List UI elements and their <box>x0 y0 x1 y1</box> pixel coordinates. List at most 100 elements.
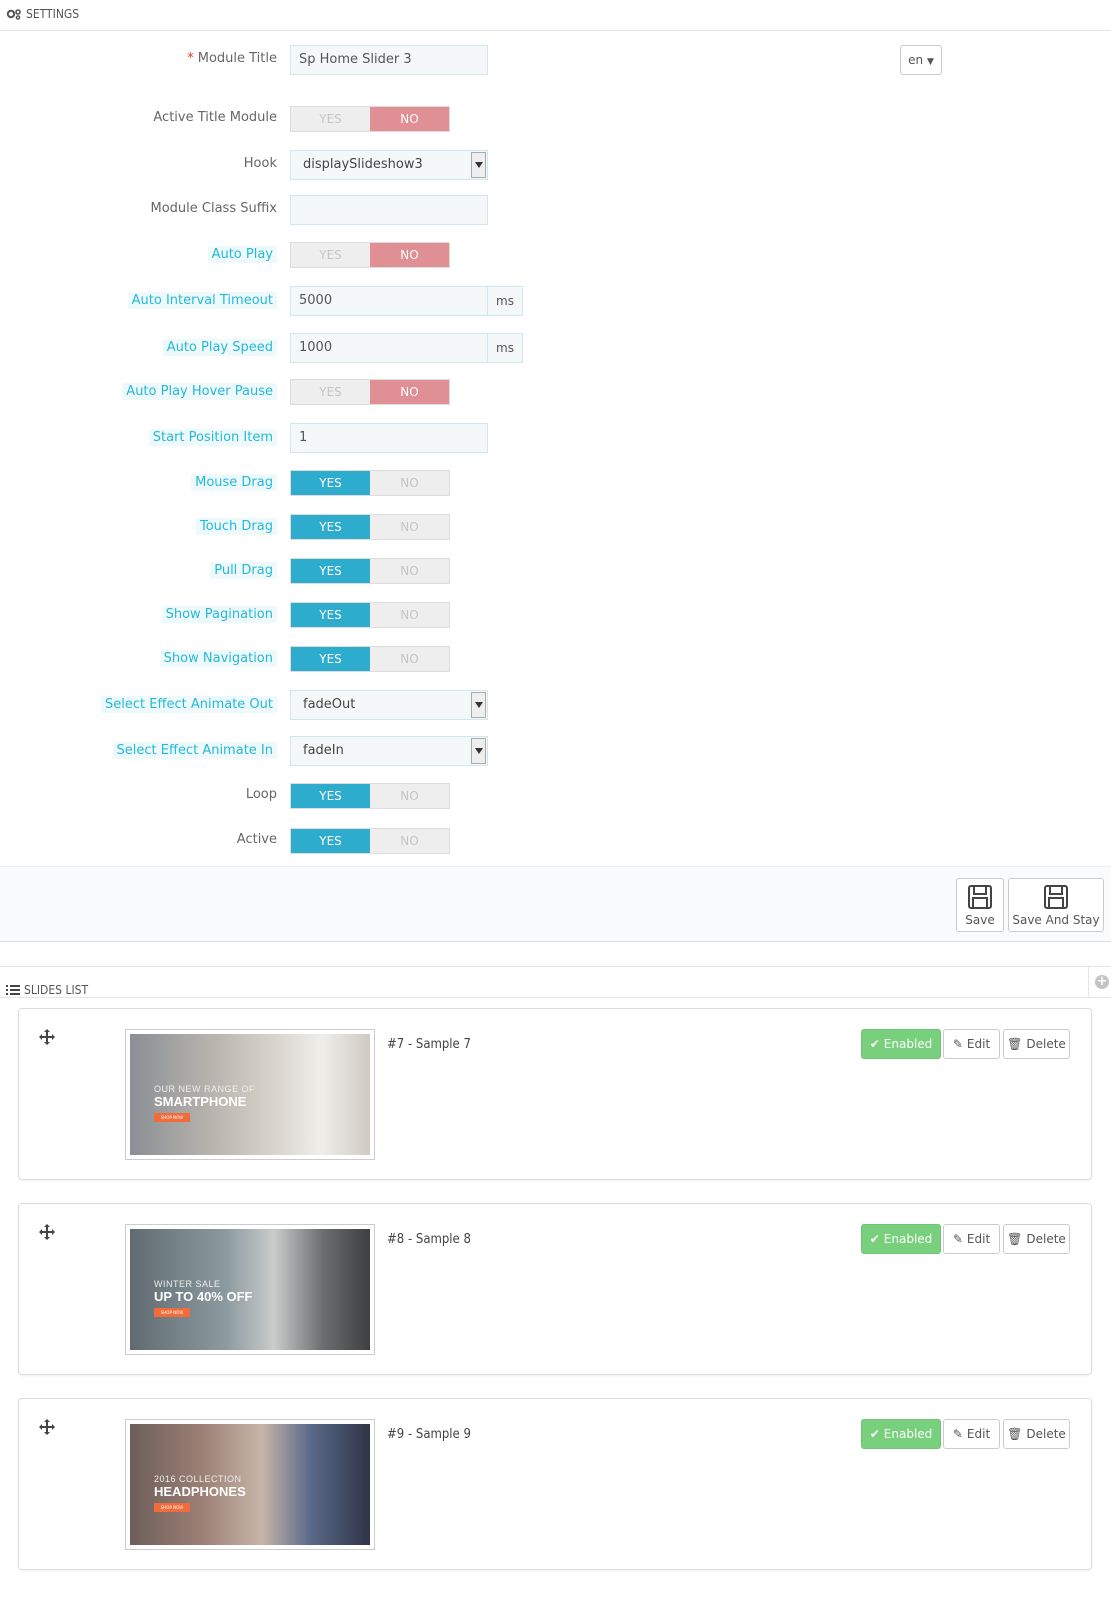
touch-drag-switch[interactable]: YES NO <box>290 514 450 540</box>
label-text: Auto Play Speed <box>166 340 273 355</box>
effect-animate-out-select[interactable]: fadeOut <box>290 690 488 720</box>
switch-no-option[interactable]: NO <box>370 380 449 404</box>
switch-no-option[interactable]: NO <box>370 515 449 539</box>
cogs-icon <box>6 9 21 20</box>
show-navigation-switch[interactable]: YES NO <box>290 646 450 672</box>
slide-delete-button[interactable]: 🗑 Delete <box>1003 1029 1070 1059</box>
slide-edit-button[interactable]: ✎ Edit <box>943 1224 1000 1254</box>
label-text: Start Position Item <box>152 430 273 445</box>
slide-image: 2016 COLLECTION HEADPHONES SHOP NOW <box>130 1424 370 1545</box>
switch-yes-option[interactable]: YES <box>291 647 370 671</box>
switch-yes-option[interactable]: YES <box>291 471 370 495</box>
label-text: Loop <box>245 787 277 802</box>
label-column: Active Title Module <box>0 106 283 136</box>
delete-label: Delete <box>1026 1427 1066 1441</box>
switch-no-option[interactable]: NO <box>370 243 449 267</box>
slide-edit-button[interactable]: ✎ Edit <box>943 1029 1000 1059</box>
switch-no-option[interactable]: NO <box>370 471 449 495</box>
auto-play-switch[interactable]: YES NO <box>290 242 450 268</box>
active-switch[interactable]: YES NO <box>290 828 450 854</box>
thumb-caption-headline: HEADPHONES <box>154 1484 246 1499</box>
check-icon: ✔ <box>869 1232 880 1246</box>
effect-animate-in-label: Select Effect Animate In <box>112 742 277 759</box>
loop-switch[interactable]: YES NO <box>290 783 450 809</box>
save-button[interactable]: Save <box>956 878 1004 932</box>
switch-yes-option[interactable]: YES <box>291 829 370 853</box>
label-column: Touch Drag <box>0 514 283 544</box>
move-handle-icon[interactable] <box>39 1224 57 1242</box>
check-icon: ✔ <box>869 1427 880 1441</box>
switch-no-option[interactable]: NO <box>370 559 449 583</box>
slides-top-divider <box>0 966 1111 967</box>
add-divider <box>1088 967 1089 997</box>
switch-yes-option[interactable]: YES <box>291 243 370 267</box>
slide-delete-button[interactable]: 🗑 Delete <box>1003 1224 1070 1254</box>
slide-status-button[interactable]: ✔ Enabled <box>861 1029 941 1059</box>
chevron-down-icon[interactable] <box>471 738 486 764</box>
auto-play-hover-pause-switch[interactable]: YES NO <box>290 379 450 405</box>
label-text: Select Effect Animate In <box>116 743 273 758</box>
show-navigation-label: Show Navigation <box>159 650 277 667</box>
trash-icon: 🗑 <box>1007 1427 1023 1441</box>
effect-animate-out-label: Select Effect Animate Out <box>101 696 277 713</box>
slide-item: 2016 COLLECTION HEADPHONES SHOP NOW #9 -… <box>18 1398 1092 1570</box>
add-slide-button[interactable]: + <box>1095 975 1109 989</box>
slide-status-button[interactable]: ✔ Enabled <box>861 1224 941 1254</box>
label-text: Active Title Module <box>153 110 277 125</box>
module-title-input[interactable]: Sp Home Slider 3 <box>290 45 488 75</box>
show-pagination-label: Show Pagination <box>161 606 277 623</box>
move-handle-icon[interactable] <box>39 1029 57 1047</box>
label-column: Show Navigation <box>0 646 283 676</box>
status-label: Enabled <box>883 1427 933 1441</box>
switch-yes-option[interactable]: YES <box>291 784 370 808</box>
switch-no-option[interactable]: NO <box>370 603 449 627</box>
slide-delete-button[interactable]: 🗑 Delete <box>1003 1419 1070 1449</box>
module-class-suffix-input[interactable] <box>290 195 488 225</box>
pull-drag-switch[interactable]: YES NO <box>290 558 450 584</box>
save-and-stay-button[interactable]: Save And Stay <box>1008 878 1104 932</box>
chevron-down-icon[interactable] <box>471 152 486 178</box>
active-title-module-switch[interactable]: YES NO <box>290 106 450 132</box>
label-text: Touch Drag <box>199 519 273 534</box>
switch-yes-option[interactable]: YES <box>291 515 370 539</box>
slide-thumbnail: OUR NEW RANGE OF SMARTPHONE SHOP NOW <box>125 1029 375 1160</box>
edit-icon: ✎ <box>952 1232 963 1246</box>
unit-addon: ms <box>488 286 523 316</box>
settings-heading-text: SETTINGS <box>26 7 80 21</box>
module-class-suffix-label: Module Class Suffix <box>151 201 278 216</box>
switch-no-option[interactable]: NO <box>370 829 449 853</box>
thumb-shop-button: SHOP NOW <box>154 1113 190 1122</box>
switch-no-option[interactable]: NO <box>370 784 449 808</box>
mouse-drag-switch[interactable]: YES NO <box>290 470 450 496</box>
effect-animate-in-select[interactable]: fadeIn <box>290 736 488 766</box>
check-icon: ✔ <box>869 1037 880 1051</box>
delete-label: Delete <box>1026 1037 1066 1051</box>
chevron-down-icon[interactable] <box>471 692 486 718</box>
field-row-auto-interval-timeout: Auto Interval Timeout 5000 ms <box>0 286 1111 318</box>
switch-no-option[interactable]: NO <box>370 647 449 671</box>
thumb-caption-headline: SMARTPHONE <box>154 1094 247 1109</box>
label-column: Module Class Suffix <box>0 195 283 225</box>
switch-yes-option[interactable]: YES <box>291 107 370 131</box>
switch-yes-option[interactable]: YES <box>291 603 370 627</box>
thumb-caption-line: 2016 COLLECTION <box>154 1474 242 1484</box>
switch-yes-option[interactable]: YES <box>291 380 370 404</box>
start-position-item-input[interactable]: 1 <box>290 423 488 453</box>
show-pagination-switch[interactable]: YES NO <box>290 602 450 628</box>
move-handle-icon[interactable] <box>39 1419 57 1437</box>
switch-no-option[interactable]: NO <box>370 107 449 131</box>
label-column: Auto Play Speed <box>0 333 283 363</box>
label-column: Select Effect Animate Out <box>0 690 283 720</box>
auto-interval-timeout-input[interactable]: 5000 <box>290 286 488 316</box>
auto-play-speed-input[interactable]: 1000 <box>290 333 488 363</box>
field-row-start-position-item: Start Position Item 1 <box>0 423 1111 455</box>
thumb-caption-line: WINTER SALE <box>154 1279 221 1289</box>
status-label: Enabled <box>883 1232 933 1246</box>
slide-status-button[interactable]: ✔ Enabled <box>861 1419 941 1449</box>
slide-edit-button[interactable]: ✎ Edit <box>943 1419 1000 1449</box>
label-text: Show Navigation <box>163 651 273 666</box>
hook-label: Hook <box>244 156 277 171</box>
hook-select[interactable]: displaySlideshow3 <box>290 150 488 180</box>
auto-play-hover-pause-label: Auto Play Hover Pause <box>122 383 277 400</box>
switch-yes-option[interactable]: YES <box>291 559 370 583</box>
